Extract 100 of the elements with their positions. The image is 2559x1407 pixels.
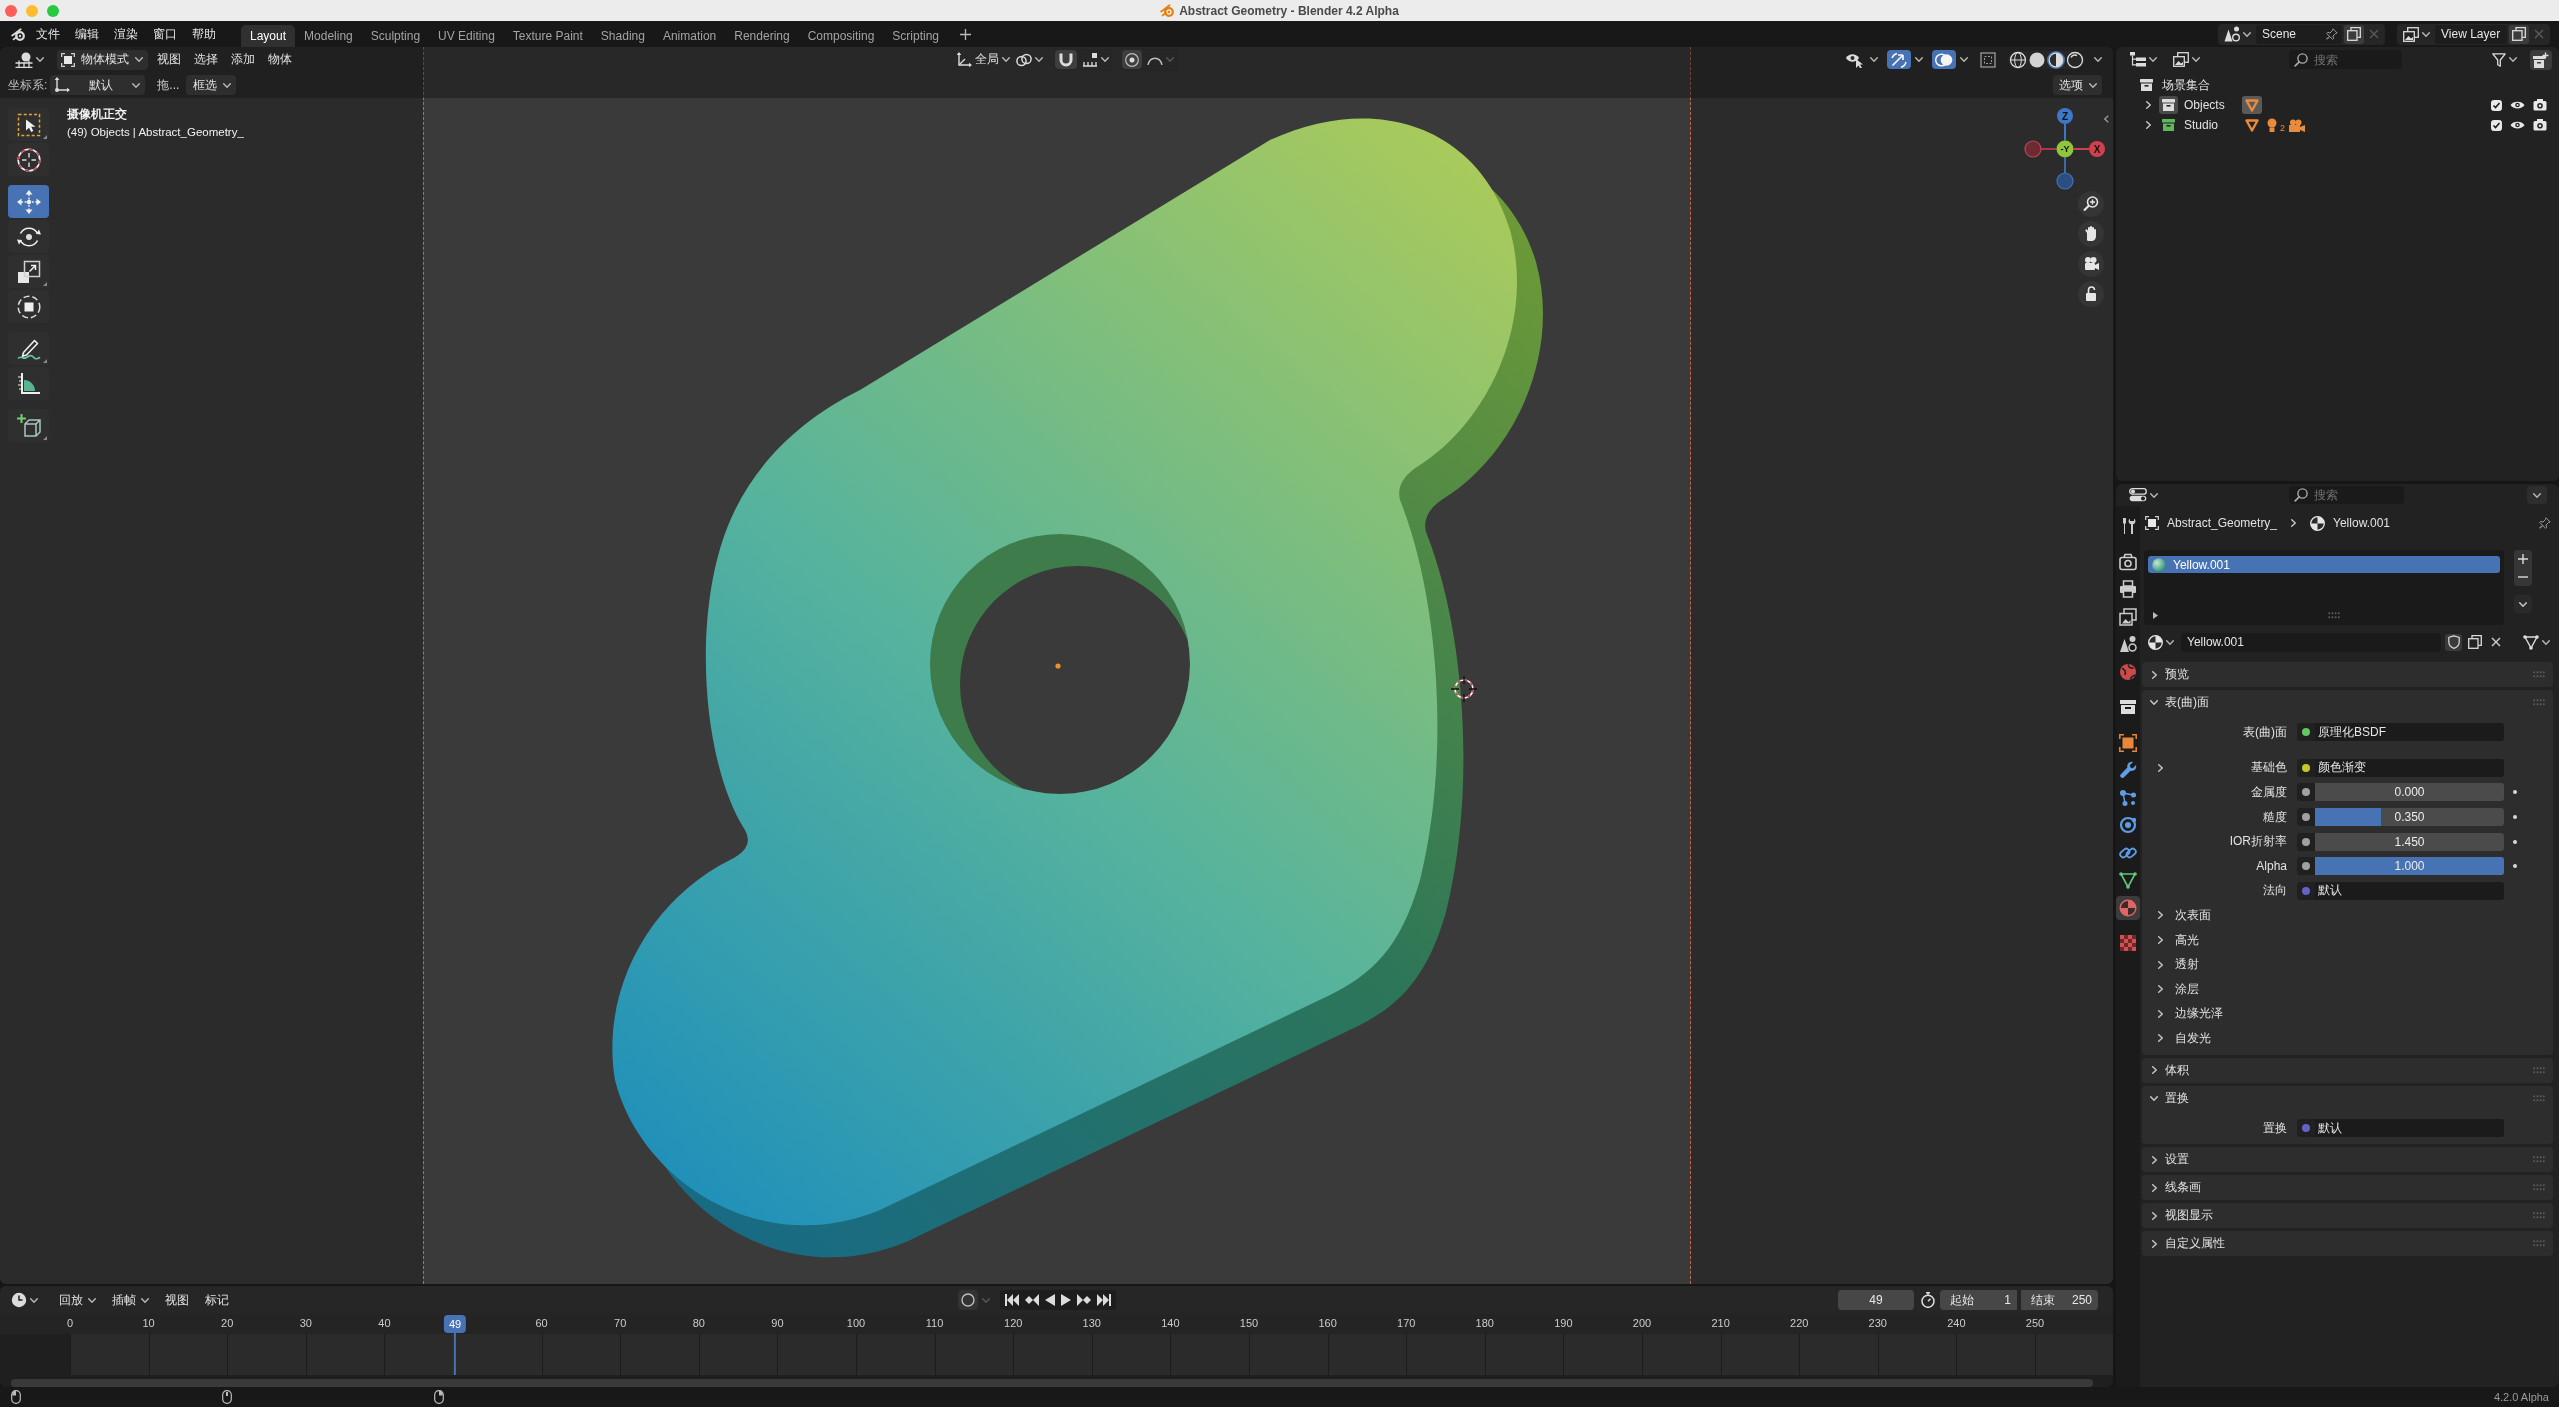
- panel-header[interactable]: 预览: [2142, 662, 2553, 687]
- value-slider[interactable]: 0.350: [2315, 808, 2504, 827]
- dot-icon[interactable]: [2513, 864, 2517, 869]
- dot-icon[interactable]: [2513, 790, 2517, 795]
- search-field[interactable]: 搜索: [2289, 50, 2402, 69]
- socket-button[interactable]: [2297, 832, 2315, 851]
- collection-name[interactable]: 场景集合: [2162, 76, 2210, 94]
- caret-icon[interactable]: [135, 57, 143, 62]
- linked-value-field[interactable]: 颜色渐变: [2315, 758, 2504, 777]
- caret-icon[interactable]: [2542, 639, 2550, 645]
- workspace-tab[interactable]: Sculpting: [361, 25, 430, 47]
- playhead[interactable]: 49: [444, 1315, 467, 1375]
- 3d-viewport[interactable]: 物体模式 视图 选择 添加 物体 全局 坐标系: 默认 拖... 框选 选项 摄像机正交 (49) Objects | Abstract_Geometry_ Z -Y X: [0, 47, 2113, 1284]
- chevron-right-icon[interactable]: [2157, 911, 2163, 920]
- workspace-tab[interactable]: Scripting: [883, 25, 949, 47]
- menu-item[interactable]: 回放: [53, 1290, 102, 1310]
- pin-icon[interactable]: [2326, 28, 2338, 40]
- chevron-right-icon[interactable]: [2157, 1009, 2163, 1018]
- grip-dots-icon[interactable]: [2533, 1240, 2545, 1248]
- workspace-tab[interactable]: Rendering: [725, 25, 799, 47]
- material-browse-button[interactable]: [2145, 632, 2177, 652]
- move-tool-button[interactable]: [8, 185, 49, 218]
- material-name-field[interactable]: Yellow.001: [2181, 632, 2441, 652]
- caret-icon[interactable]: [223, 82, 232, 88]
- menu-item[interactable]: 帮助: [184, 23, 223, 45]
- record-button[interactable]: [957, 1290, 978, 1310]
- chevron-right-icon[interactable]: [2151, 1066, 2157, 1075]
- caret-icon[interactable]: [2509, 57, 2517, 62]
- value-slider[interactable]: 0.000: [2315, 783, 2504, 802]
- camera-icon[interactable]: [2078, 251, 2104, 277]
- caret-icon[interactable]: [2149, 57, 2157, 62]
- options-dropdown[interactable]: [2527, 486, 2547, 504]
- workspace-tab[interactable]: Modeling: [295, 25, 362, 47]
- caret-icon[interactable]: [2422, 31, 2430, 37]
- play-reverse-icon[interactable]: [1044, 1294, 1055, 1306]
- inverted-triangle-icon[interactable]: [2242, 96, 2262, 114]
- workspace-tab[interactable]: Texture Paint: [503, 25, 592, 47]
- subpanel-header[interactable]: 边缘光泽: [2142, 1001, 2223, 1027]
- wireframe-sphere-icon[interactable]: [2009, 50, 2027, 69]
- menu-item[interactable]: 窗口: [145, 23, 184, 45]
- y-axis-handle[interactable]: -Y: [2056, 140, 2074, 158]
- start-frame-field[interactable]: 起始 1: [1940, 1290, 2017, 1310]
- plus-icon[interactable]: [960, 28, 972, 40]
- menu-item[interactable]: 视图: [150, 49, 187, 70]
- view-layer-browse-button[interactable]: [2400, 24, 2433, 44]
- caret-icon[interactable]: [1960, 57, 1968, 62]
- chevron-down-icon[interactable]: [2150, 700, 2158, 705]
- caret-icon[interactable]: [1870, 57, 1878, 62]
- camera-icon[interactable]: [2533, 99, 2547, 111]
- panel-header[interactable]: 置换: [2142, 1085, 2553, 1111]
- window-close-icon[interactable]: [5, 4, 17, 17]
- xray-toggle[interactable]: [1977, 50, 1999, 69]
- grip-dots-icon[interactable]: [2328, 612, 2340, 619]
- scale-tool-button[interactable]: [8, 255, 49, 288]
- collection-name[interactable]: Studio: [2184, 118, 2236, 132]
- socket-button[interactable]: [2297, 808, 2315, 827]
- timeline-scrollbar[interactable]: [11, 1379, 2093, 1387]
- caret-icon[interactable]: [2094, 57, 2102, 62]
- negative-z-axis-handle[interactable]: [2056, 156, 2074, 190]
- half-circle-icon[interactable]: [2047, 50, 2065, 69]
- overlay-toggle[interactable]: [1932, 50, 1956, 69]
- dot-icon[interactable]: [2513, 839, 2517, 844]
- menu-item[interactable]: 插帧: [106, 1290, 155, 1310]
- current-frame-field[interactable]: 49: [1838, 1290, 1914, 1310]
- caret-icon[interactable]: [2166, 639, 2174, 645]
- proportional-edit-toggle[interactable]: [1122, 50, 1142, 69]
- workspace-tab[interactable]: Shading: [591, 25, 654, 47]
- solid-circle-icon[interactable]: [2028, 50, 2046, 69]
- scene-name-field[interactable]: Scene: [2256, 24, 2342, 44]
- options-dropdown[interactable]: 选项: [2053, 75, 2102, 95]
- menu-item[interactable]: 视图: [159, 1290, 195, 1310]
- padlock-icon[interactable]: [2078, 281, 2104, 307]
- chevron-right-icon[interactable]: [2157, 1034, 2163, 1043]
- mode-dropdown[interactable]: 物体模式: [57, 49, 148, 70]
- chevron-right-icon[interactable]: [2151, 1183, 2157, 1192]
- select-box-tool-button[interactable]: [8, 108, 49, 141]
- 3d-object-drawing[interactable]: [612, 118, 1543, 1257]
- menu-item[interactable]: 渲染: [106, 23, 145, 45]
- material-name[interactable]: Yellow.001: [2333, 516, 2390, 530]
- gizmo-toggle[interactable]: [1887, 50, 1911, 69]
- workspace-tab[interactable]: Animation: [653, 25, 726, 47]
- annotate-tool-button[interactable]: [8, 332, 49, 365]
- value-slider[interactable]: 1.000: [2315, 857, 2504, 876]
- workspace-tab[interactable]: Layout: [241, 25, 296, 47]
- chevron-right-icon[interactable]: [2151, 670, 2157, 679]
- linked-value-field[interactable]: 原理化BSDF: [2315, 723, 2504, 742]
- chevron-down-icon[interactable]: [2150, 1095, 2158, 1101]
- search-field[interactable]: 搜索: [2289, 486, 2404, 504]
- caret-icon[interactable]: [36, 57, 44, 62]
- end-frame-field[interactable]: 结束 250: [2021, 1290, 2098, 1310]
- chevron-right-icon[interactable]: [2145, 101, 2151, 109]
- grip-dots-icon[interactable]: [2533, 1212, 2545, 1220]
- workspace-tab[interactable]: UV Editing: [429, 25, 504, 47]
- caret-icon[interactable]: [2243, 31, 2251, 37]
- fake-user-button[interactable]: [2445, 633, 2462, 651]
- frame-ruler[interactable]: [0, 1314, 2113, 1334]
- view-filter-button[interactable]: [2170, 49, 2203, 70]
- jump-to-end-icon[interactable]: [1096, 1294, 1111, 1306]
- grip-dots-icon[interactable]: [2533, 699, 2545, 706]
- new-scene-button[interactable]: [2344, 24, 2364, 44]
